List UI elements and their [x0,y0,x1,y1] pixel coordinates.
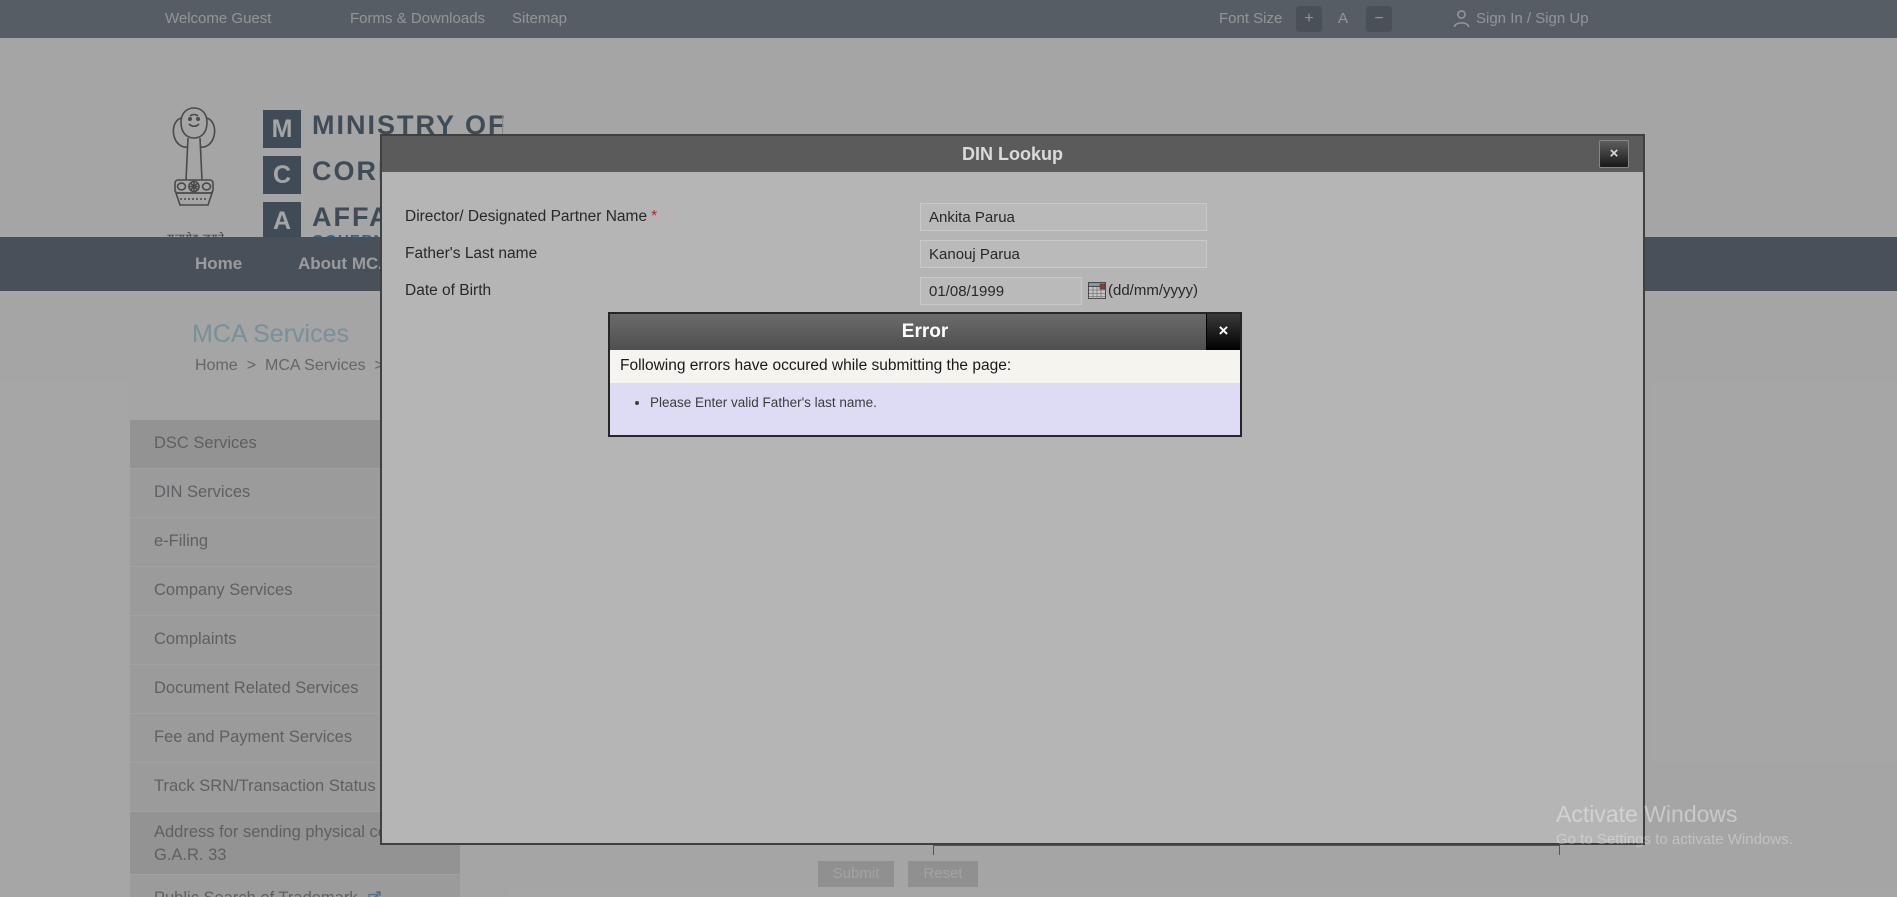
error-list-panel: Please Enter valid Father's last name. [610,383,1240,435]
activate-windows-subtext: Go to Settings to activate Windows. [1556,831,1793,848]
close-icon[interactable]: × [1206,314,1240,350]
mca-page: Welcome Guest Forms & Downloads Sitemap … [0,0,1897,897]
error-message: Please Enter valid Father's last name. [650,395,1240,410]
error-dialog-header: Error × [610,314,1240,350]
error-intro-text: Following errors have occured while subm… [610,350,1240,383]
error-dialog: Error × Following errors have occured wh… [608,312,1242,437]
activate-windows-watermark: Activate Windows [1556,801,1738,827]
error-overlay [0,0,1897,897]
error-dialog-title: Error [901,321,949,342]
